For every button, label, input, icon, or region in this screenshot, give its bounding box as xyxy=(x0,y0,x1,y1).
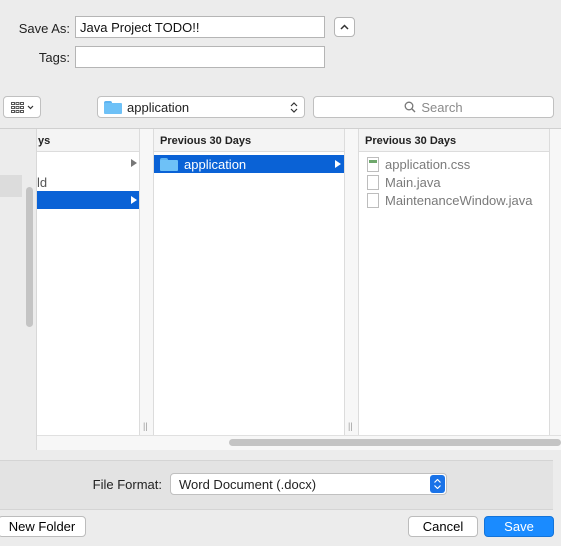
expand-dialog-button[interactable] xyxy=(334,17,355,37)
column-header: Previous 30 Days xyxy=(359,129,549,152)
tags-input[interactable] xyxy=(75,46,325,68)
item-label: Main.java xyxy=(385,174,441,190)
disclosure-arrow-icon xyxy=(131,159,137,167)
list-item[interactable] xyxy=(37,154,140,172)
browser-column-2: Previous 30 Days application xyxy=(154,129,344,450)
search-placeholder: Search xyxy=(421,99,463,115)
chevron-down-icon xyxy=(27,105,33,109)
browser-column-1: ys ld xyxy=(37,129,140,450)
list-item[interactable]: application.css xyxy=(359,155,549,173)
tags-label: Tags: xyxy=(38,50,70,65)
disclosure-arrow-icon xyxy=(335,160,341,168)
save-as-label: Save As: xyxy=(18,21,70,36)
disclosure-arrow-icon xyxy=(131,196,137,204)
file-format-select[interactable]: Word Document (.docx) xyxy=(170,473,447,495)
file-format-label: File Format: xyxy=(92,477,162,492)
chevron-up-icon xyxy=(340,24,349,30)
horizontal-scrollbar[interactable] xyxy=(229,439,561,446)
item-label: application xyxy=(184,156,247,172)
save-button[interactable]: Save xyxy=(484,516,554,537)
updown-icon xyxy=(290,102,298,113)
item-label: MaintenanceWindow.java xyxy=(385,192,533,208)
folder-icon xyxy=(160,157,178,171)
list-item[interactable] xyxy=(37,191,140,209)
view-mode-button[interactable] xyxy=(3,96,41,118)
column-header: Previous 30 Days xyxy=(154,129,344,152)
list-item[interactable]: application xyxy=(154,155,344,173)
column-divider[interactable] xyxy=(549,129,561,437)
column-browser: ys ld || Previous 30 Days application ||… xyxy=(0,128,561,450)
list-item[interactable]: MaintenanceWindow.java xyxy=(359,191,549,209)
new-folder-button[interactable]: New Folder xyxy=(0,516,86,537)
file-icon xyxy=(367,174,379,190)
column-divider[interactable]: || xyxy=(139,129,154,437)
column-divider[interactable]: || xyxy=(344,129,359,437)
list-item[interactable]: Main.java xyxy=(359,173,549,191)
css-file-icon xyxy=(367,156,379,172)
browser-column-3: Previous 30 Days application.css Main.ja… xyxy=(359,129,549,450)
item-label: application.css xyxy=(385,156,471,172)
search-field[interactable]: Search xyxy=(313,96,554,118)
list-item[interactable]: ld xyxy=(37,173,140,191)
location-popup[interactable]: application xyxy=(97,96,305,118)
save-as-input[interactable] xyxy=(75,16,325,38)
file-icon xyxy=(367,192,379,208)
updown-icon xyxy=(430,475,445,493)
location-label: application xyxy=(127,99,190,115)
grid-view-icon xyxy=(10,101,24,113)
cancel-button[interactable]: Cancel xyxy=(408,516,478,537)
column-header: ys xyxy=(37,129,140,152)
sidebar-scrollbar[interactable] xyxy=(26,187,33,327)
sidebar-selected-item[interactable] xyxy=(0,175,22,197)
sidebar-strip xyxy=(0,129,37,450)
file-format-value: Word Document (.docx) xyxy=(179,477,317,492)
folder-icon xyxy=(104,100,122,114)
search-icon xyxy=(404,101,416,113)
